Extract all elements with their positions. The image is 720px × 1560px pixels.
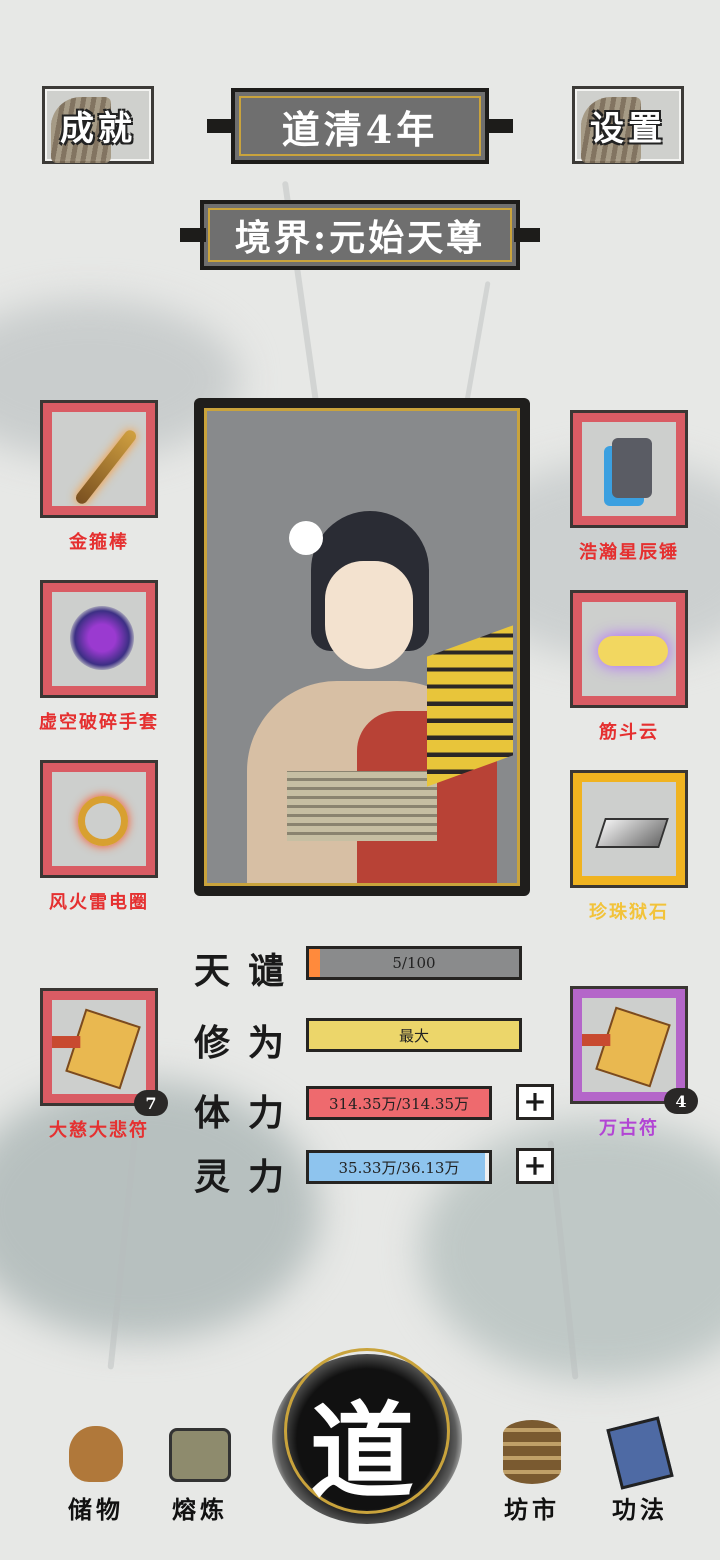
item-name: 大慈大悲符 xyxy=(49,1120,149,1141)
plaque-wing-right xyxy=(487,119,513,133)
stamina-bar: 314.35万/314.35万 xyxy=(306,1086,492,1120)
equip-slot-right-1[interactable]: 浩瀚星辰锤 xyxy=(570,410,688,563)
talisman-icon xyxy=(65,1008,141,1090)
cultivation-bar: 最大 xyxy=(306,1018,522,1052)
equip-slot-left-3[interactable]: 风火雷电圈 xyxy=(40,760,158,913)
bar-value: 5/100 xyxy=(392,954,436,972)
portrait-wrap xyxy=(287,771,437,841)
talisman-count-badge: 4 xyxy=(664,1088,698,1114)
achievements-label: 成就 xyxy=(60,108,136,149)
equip-slot-left-2[interactable]: 虚空破碎手套 xyxy=(39,580,158,733)
nav-storage[interactable]: 储物 xyxy=(46,1414,146,1525)
year-text: 道清4年 xyxy=(281,106,439,152)
dao-main-button[interactable]: 道 xyxy=(262,1336,462,1528)
character-portrait[interactable] xyxy=(194,398,530,896)
glove-icon xyxy=(70,606,134,670)
nav-market-label: 坊市 xyxy=(504,1495,560,1524)
achievements-button[interactable]: 成就 xyxy=(42,86,154,164)
dao-glyph: 道 xyxy=(309,1389,414,1513)
item-name: 虚空破碎手套 xyxy=(39,712,159,733)
realm-text: 境界:元始天尊 xyxy=(234,217,486,259)
nav-skills-label: 功法 xyxy=(612,1495,668,1524)
talisman-count-badge: 7 xyxy=(134,1090,168,1116)
nav-market[interactable]: 坊市 xyxy=(482,1414,582,1525)
item-name: 筋斗云 xyxy=(599,722,659,743)
settings-label: 设置 xyxy=(590,108,666,149)
bar-value: 35.33万/36.13万 xyxy=(338,1158,460,1177)
settings-button[interactable]: 设置 xyxy=(572,86,684,164)
talisman-icon xyxy=(595,1006,671,1088)
equip-slot-right-3[interactable]: 珍珠狱石 xyxy=(570,770,688,923)
hammer-icon xyxy=(612,438,652,498)
book-icon xyxy=(606,1416,674,1490)
plaque-wing-left xyxy=(180,228,206,242)
realm-plaque: 境界:元始天尊 xyxy=(180,200,540,270)
nav-smelt-label: 熔炼 xyxy=(172,1495,228,1524)
item-name: 万古符 xyxy=(599,1118,659,1139)
stat-label-stamina: 体力 xyxy=(194,1092,303,1134)
equip-slot-right-2[interactable]: 筋斗云 xyxy=(570,590,688,743)
item-name: 金箍棒 xyxy=(69,532,129,553)
year-plaque: 道清4年 xyxy=(207,88,513,164)
item-name: 珍珠狱石 xyxy=(589,902,669,923)
stone-icon xyxy=(595,818,669,848)
stat-label-spirit: 灵力 xyxy=(194,1156,303,1198)
item-name: 风火雷电圈 xyxy=(49,892,149,913)
coins-icon xyxy=(503,1420,561,1484)
bar-value: 314.35万/314.35万 xyxy=(328,1094,470,1113)
nav-storage-label: 储物 xyxy=(68,1495,124,1524)
portrait-flower xyxy=(289,521,323,555)
add-spirit-button[interactable]: + xyxy=(516,1148,554,1184)
plaque-wing-left xyxy=(207,119,233,133)
stat-label-cultivation: 修为 xyxy=(194,1022,303,1064)
ring-icon xyxy=(78,796,128,846)
portrait-fan xyxy=(427,625,513,787)
item-name: 浩瀚星辰锤 xyxy=(579,542,679,563)
bar-value: 最大 xyxy=(398,1026,429,1045)
spirit-bar: 35.33万/36.13万 xyxy=(306,1150,492,1184)
talisman-slot-right[interactable]: 4 万古符 xyxy=(570,986,698,1139)
furnace-icon xyxy=(169,1428,231,1482)
stat-label-punishment: 天谴 xyxy=(194,950,303,992)
portrait-face xyxy=(325,561,413,669)
plaque-wing-right xyxy=(514,228,540,242)
staff-icon xyxy=(73,427,139,506)
equip-slot-left-1[interactable]: 金箍棒 xyxy=(40,400,158,553)
punishment-bar: 5/100 xyxy=(306,946,522,980)
talisman-slot-left[interactable]: 7 大慈大悲符 xyxy=(40,988,168,1141)
nav-skills[interactable]: 功法 xyxy=(590,1414,690,1525)
nav-smelt[interactable]: 熔炼 xyxy=(150,1414,250,1525)
bag-icon xyxy=(69,1426,123,1482)
add-stamina-button[interactable]: + xyxy=(516,1084,554,1120)
bar-fill xyxy=(309,949,320,977)
cloud-icon xyxy=(598,636,668,666)
